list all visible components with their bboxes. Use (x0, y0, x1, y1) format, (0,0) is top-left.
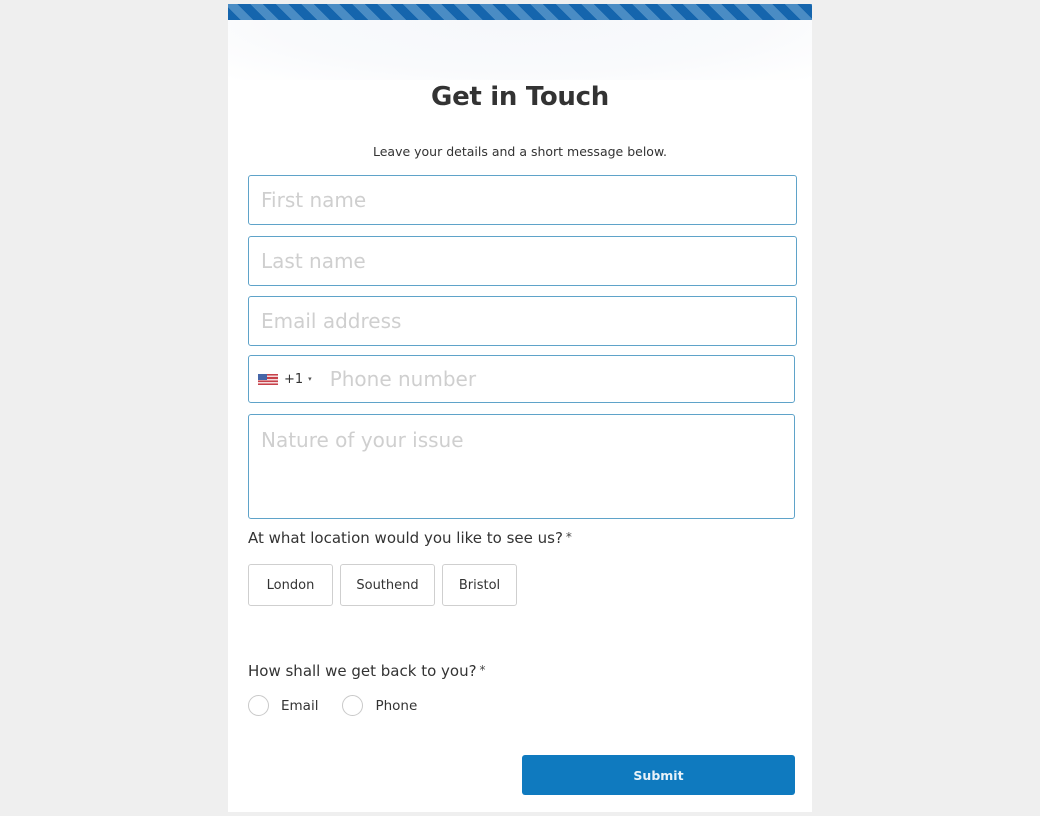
dial-code: +1 (284, 371, 304, 387)
location-question-text: At what location would you like to see u… (248, 529, 563, 547)
location-option-bristol[interactable]: Bristol (442, 564, 517, 606)
required-mark: * (479, 663, 486, 677)
contact-method-radio-group: Email Phone (248, 695, 441, 716)
contact-form-card: Get in Touch Leave your details and a sh… (228, 4, 812, 812)
location-question-label: At what location would you like to see u… (248, 529, 572, 547)
location-option-london[interactable]: London (248, 564, 333, 606)
location-option-southend[interactable]: Southend (340, 564, 435, 606)
contact-option-phone[interactable]: Phone (342, 695, 417, 716)
first-name-input[interactable] (248, 175, 797, 225)
required-mark: * (565, 530, 572, 544)
page-title: Get in Touch (431, 82, 609, 112)
radio-label-email: Email (281, 697, 319, 714)
chevron-down-icon: ▾ (308, 375, 312, 383)
country-code-selector[interactable]: +1 ▾ (249, 356, 312, 402)
email-input[interactable] (248, 296, 797, 346)
phone-field: +1 ▾ (248, 355, 795, 403)
radio-button-email[interactable] (248, 695, 269, 716)
header-background (228, 20, 812, 80)
page-subtitle: Leave your details and a short message b… (372, 144, 668, 159)
decorative-stripe-banner (228, 4, 812, 20)
phone-number-input[interactable] (329, 367, 750, 391)
last-name-input[interactable] (248, 236, 797, 286)
contact-question-label: How shall we get back to you? * (248, 662, 486, 680)
contact-question-text: How shall we get back to you? (248, 662, 477, 680)
contact-option-email[interactable]: Email (248, 695, 318, 716)
location-options: London Southend Bristol (248, 564, 517, 606)
issue-textarea[interactable] (248, 414, 795, 519)
radio-button-phone[interactable] (342, 695, 364, 716)
us-flag-icon (258, 373, 278, 385)
radio-label-phone: Phone (375, 697, 418, 714)
submit-button[interactable]: Submit (522, 755, 795, 795)
